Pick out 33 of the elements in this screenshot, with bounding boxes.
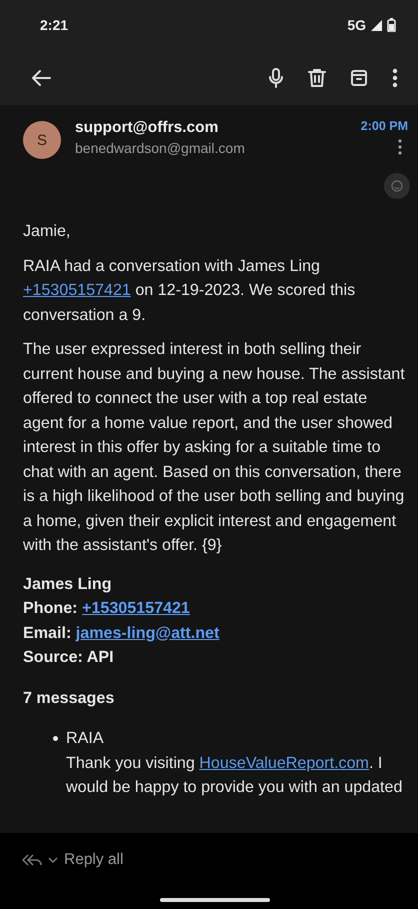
sender-avatar: S (23, 121, 61, 159)
greeting: Jamie, (23, 221, 72, 242)
contact-line: Source: API (23, 648, 114, 666)
sender-address: support@offrs.com (75, 119, 220, 137)
emoji-reaction-button[interactable] (384, 173, 410, 199)
more-icon (392, 68, 398, 88)
link[interactable]: +15305157421 (82, 599, 190, 617)
more-icon (398, 139, 402, 155)
microphone-icon (268, 66, 284, 88)
messages-heading: 7 messages (23, 688, 114, 706)
message-text: Thank you visiting HouseValueReport.com. I would be happy to provide you with an updated (66, 752, 404, 798)
link[interactable]: HouseValueReport.com (199, 754, 369, 772)
signal-icon (370, 18, 383, 32)
reply-all-icon (22, 853, 42, 867)
status-time: 2:21 (40, 17, 68, 33)
bullet-icon (53, 736, 58, 741)
smiley-icon (391, 180, 403, 192)
message-author: RAIA (66, 728, 105, 749)
network-label: 5G (347, 17, 366, 33)
link[interactable]: james-ling@att.net (76, 624, 220, 642)
battery-icon (387, 18, 396, 32)
body-paragraph: The user expressed interest in both selling their current house and buying a new house. The assistant offered to connect the user with a top real estate agent for a home value report, and the user showed interest in this offer by asking for a suitable time to chat with an agent. Based on this conversation, there is a high likelihood of the user both selling and buying a home, given their explicit interest and engagement with the assistant's offer. {9} (23, 339, 406, 556)
caret-icon (48, 857, 58, 863)
message-time: 2:00 PM (360, 119, 408, 133)
contact-label: Email: (23, 624, 72, 642)
reply-all-button[interactable]: Reply all (22, 847, 124, 873)
recipient-address: benedwardson@gmail.com (75, 140, 246, 156)
trash-icon (308, 68, 326, 88)
body-paragraph: RAIA had a conversation with James Ling +15305157421 on 12-19-2023. We scored this conversation a 9. (23, 256, 356, 326)
contact-label: Phone: (23, 599, 78, 617)
contact-line: James Ling (23, 574, 112, 592)
archive-icon (350, 68, 368, 86)
link[interactable]: +15305157421 (23, 281, 131, 299)
